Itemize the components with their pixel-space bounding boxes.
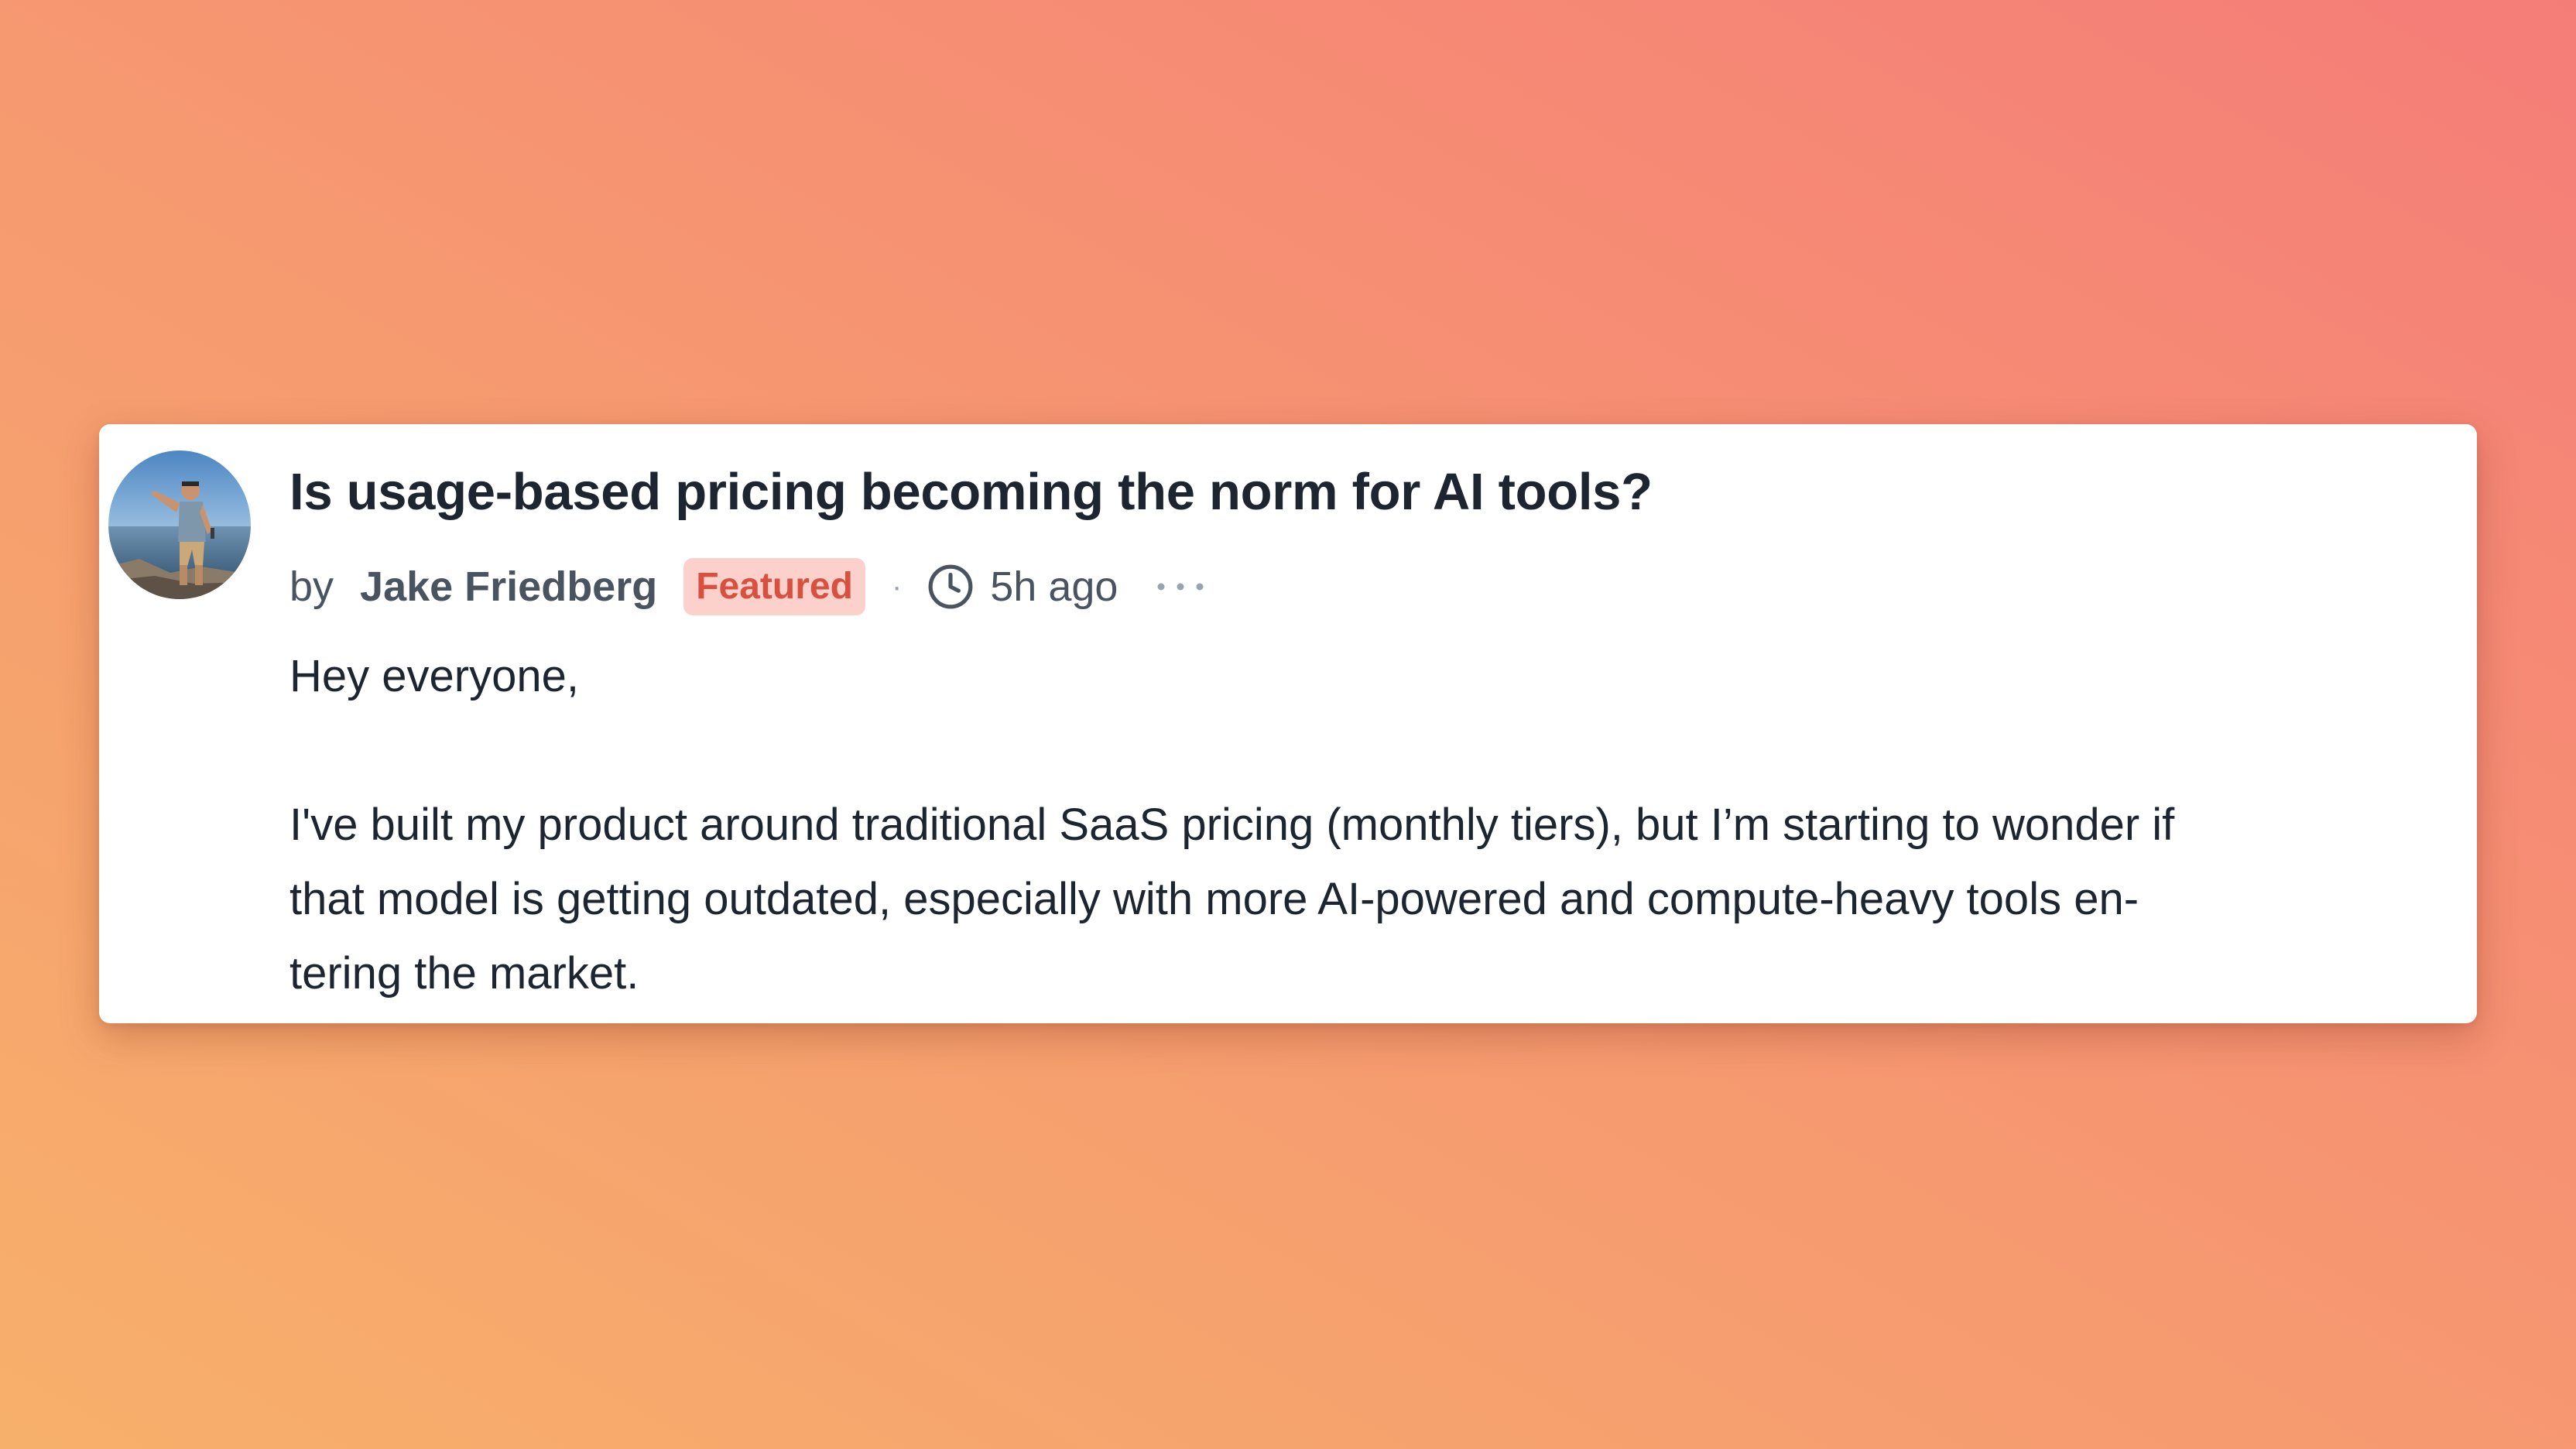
post-card: Is usage-based pricing becoming the norm… <box>99 424 2477 1023</box>
by-label: by <box>289 564 334 610</box>
avatar-photo <box>108 450 251 599</box>
post-title[interactable]: Is usage-based pricing becoming the norm… <box>289 460 1653 525</box>
paragraph-line: I've built my product around traditional… <box>289 800 2175 850</box>
post-body: Hey everyone, I've built my product arou… <box>289 639 2550 1011</box>
author-avatar[interactable] <box>108 450 251 599</box>
post-greeting: Hey everyone, <box>289 651 579 701</box>
paragraph-line: tering the market. <box>289 948 639 999</box>
clock-icon <box>927 563 975 611</box>
post-paragraph: I've built my product around traditional… <box>289 788 2550 1011</box>
paragraph-line: that model is getting outdated, especial… <box>289 874 2139 924</box>
more-options-button[interactable] <box>1153 571 1208 602</box>
post-meta: by Jake Friedberg Featured · 5h ago <box>289 558 1208 615</box>
meta-separator: · <box>891 569 903 604</box>
featured-badge: Featured <box>683 558 865 615</box>
more-horizontal-icon <box>1157 583 1204 591</box>
author-name-link[interactable]: Jake Friedberg <box>360 563 657 611</box>
post-timestamp: 5h ago <box>990 564 1118 610</box>
